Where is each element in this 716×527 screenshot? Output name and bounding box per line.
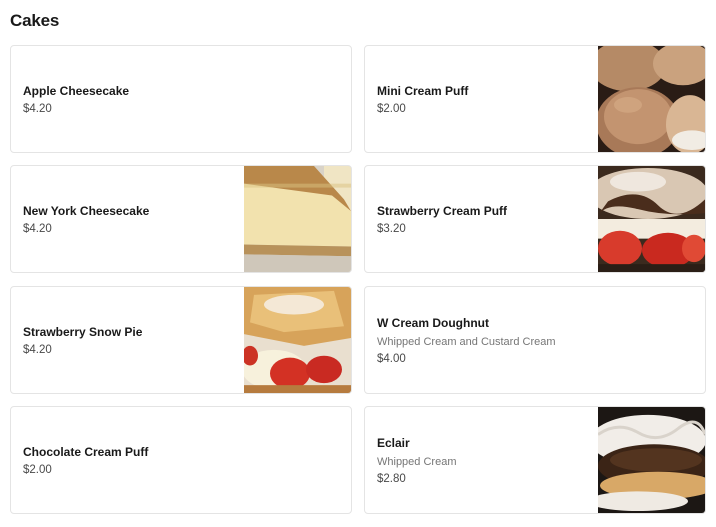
menu-item-card[interactable]: Strawberry Snow Pie $4.20 (10, 286, 352, 394)
menu-item-card[interactable]: Strawberry Cream Puff $3.20 (364, 165, 706, 273)
menu-item-card[interactable]: Eclair Whipped Cream $2.80 (364, 406, 706, 514)
menu-item-price: $4.20 (23, 102, 52, 115)
menu-item-name: Chocolate Cream Puff (23, 444, 149, 459)
menu-item-description: Whipped Cream and Custard Cream (377, 335, 556, 348)
menu-item-description: Whipped Cream (377, 455, 457, 468)
menu-item-card[interactable]: Mini Cream Puff $2.00 (364, 45, 706, 153)
menu-item-info: Chocolate Cream Puff $2.00 (23, 407, 148, 513)
cheesecake-photo (244, 166, 351, 272)
strawberry-cream-puff-photo (598, 166, 705, 272)
eclair-photo (598, 407, 705, 513)
menu-item-info: W Cream Doughnut Whipped Cream and Custa… (377, 287, 556, 393)
menu-item-card[interactable]: W Cream Doughnut Whipped Cream and Custa… (364, 286, 706, 394)
menu-item-name: Eclair (377, 435, 410, 450)
section-title: Cakes (10, 11, 60, 30)
menu-item-price: $2.00 (23, 463, 52, 476)
menu-item-card[interactable]: Apple Cheesecake $4.20 (10, 45, 352, 153)
menu-item-info: New York Cheesecake $4.20 (23, 166, 149, 272)
menu-item-name: Apple Cheesecake (23, 83, 130, 98)
menu-item-info: Strawberry Cream Puff $3.20 (377, 166, 507, 272)
menu-item-price: $4.20 (23, 222, 52, 235)
menu-item-name: Strawberry Cream Puff (377, 203, 508, 218)
menu-item-info: Strawberry Snow Pie $4.20 (23, 287, 142, 393)
menu-item-name: W Cream Doughnut (377, 315, 489, 330)
menu-item-price: $3.20 (377, 222, 406, 235)
menu-item-name: Strawberry Snow Pie (23, 324, 143, 339)
menu-item-card[interactable]: Chocolate Cream Puff $2.00 (10, 406, 352, 514)
menu-item-name: New York Cheesecake (23, 203, 150, 218)
menu-item-card[interactable]: New York Cheesecake $4.20 (10, 165, 352, 273)
menu-item-info: Eclair Whipped Cream $2.80 (377, 407, 456, 513)
menu-item-price: $2.80 (377, 472, 406, 485)
menu-item-info: Mini Cream Puff $2.00 (377, 46, 468, 152)
menu-item-price: $4.20 (23, 343, 52, 356)
menu-item-name: Mini Cream Puff (377, 83, 469, 98)
menu-item-info: Apple Cheesecake $4.20 (23, 46, 129, 152)
menu-item-price: $2.00 (377, 102, 406, 115)
strawberry-snow-pie-photo (244, 287, 351, 393)
menu-item-price: $4.00 (377, 352, 406, 365)
cream-puff-photo (598, 46, 705, 152)
